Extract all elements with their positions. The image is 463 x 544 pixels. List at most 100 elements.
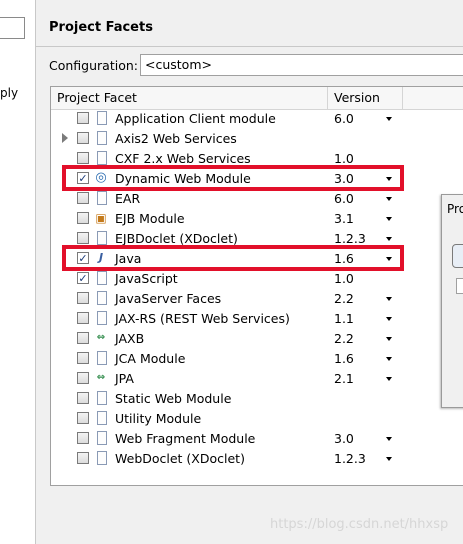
facet-checkbox[interactable] <box>77 112 89 124</box>
table-row[interactable]: JavaServer Faces 2.2 <box>51 289 463 309</box>
facet-version[interactable]: 3.1 <box>334 211 354 226</box>
jaxb-icon: ⇔ <box>96 372 106 383</box>
table-row[interactable]: ⇔ JAXB 2.2 <box>51 329 463 349</box>
doc-icon <box>97 411 107 425</box>
facet-version[interactable]: 2.2 <box>334 331 354 346</box>
column-separator[interactable] <box>327 87 328 109</box>
left-panel: ply <box>0 0 35 544</box>
facet-version: 1.0 <box>334 151 354 166</box>
configuration-select[interactable]: <custom> <box>140 54 463 76</box>
facet-checkbox[interactable]: ✓ <box>77 272 89 284</box>
facet-checkbox[interactable] <box>77 192 89 204</box>
table-row[interactable]: Application Client module 6.0 <box>51 109 463 129</box>
facet-label: EJB Module <box>115 211 185 226</box>
facet-version[interactable]: 2.2 <box>334 291 354 306</box>
facet-checkbox[interactable] <box>77 412 89 424</box>
facet-version[interactable]: 6.0 <box>334 191 354 206</box>
doc-icon <box>97 191 107 205</box>
facet-checkbox[interactable] <box>77 392 89 404</box>
facet-label: JAXB <box>115 331 145 346</box>
facet-label: JavaServer Faces <box>115 291 222 306</box>
watermark: https://blog.csdn.net/hhxsp <box>270 517 449 532</box>
facet-label: Static Web Module <box>115 391 232 406</box>
dropdown-arrow-icon[interactable] <box>386 337 392 341</box>
table-row[interactable]: JCA Module 1.6 <box>51 349 463 369</box>
left-input-field[interactable] <box>0 17 25 39</box>
facet-label: JavaScript <box>115 271 178 286</box>
facet-version: 1.0 <box>334 271 354 286</box>
ejb-icon: ▣ <box>95 211 107 225</box>
facet-checkbox[interactable] <box>77 452 89 464</box>
facet-version[interactable]: 1.1 <box>334 311 354 326</box>
facet-version[interactable]: 1.2.3 <box>334 231 366 246</box>
facet-checkbox[interactable] <box>77 332 89 344</box>
facet-version[interactable]: 1.2.3 <box>334 451 366 466</box>
facet-label: WebDoclet (XDoclet) <box>115 451 245 466</box>
facets-page: Project Facets Configuration: <custom> P… <box>36 0 463 544</box>
facet-checkbox[interactable] <box>77 432 89 444</box>
doc-icon <box>97 431 107 445</box>
background-dialog-title: Pro <box>447 202 463 216</box>
title-separator <box>36 46 463 47</box>
dropdown-arrow-icon[interactable] <box>386 217 392 221</box>
table-row[interactable]: Web Fragment Module 3.0 <box>51 429 463 449</box>
facet-checkbox[interactable] <box>77 312 89 324</box>
facet-version[interactable]: 3.0 <box>334 431 354 446</box>
table-row[interactable]: Static Web Module <box>51 389 463 409</box>
column-header-version[interactable]: Version <box>334 90 380 105</box>
facet-checkbox[interactable] <box>77 132 89 144</box>
dropdown-arrow-icon[interactable] <box>386 237 392 241</box>
expand-arrow-icon[interactable] <box>62 133 68 143</box>
facet-label: JPA <box>115 371 134 386</box>
dropdown-arrow-icon[interactable] <box>386 317 392 321</box>
facet-version[interactable]: 6.0 <box>334 111 354 126</box>
table-row[interactable]: Axis2 Web Services <box>51 129 463 149</box>
dropdown-arrow-icon[interactable] <box>386 457 392 461</box>
facet-checkbox[interactable] <box>77 212 89 224</box>
background-dialog <box>441 194 463 408</box>
background-dialog-button[interactable] <box>452 244 463 268</box>
doc-icon <box>97 451 107 465</box>
facet-checkbox[interactable] <box>77 372 89 384</box>
facet-checkbox[interactable] <box>77 292 89 304</box>
background-dialog-field[interactable] <box>456 278 463 294</box>
red-highlight-box <box>62 245 404 271</box>
left-partial-text: ply <box>0 86 19 100</box>
doc-icon <box>97 151 107 165</box>
doc-icon <box>97 231 107 245</box>
doc-icon <box>97 111 107 125</box>
dropdown-arrow-icon[interactable] <box>386 117 392 121</box>
dropdown-arrow-icon[interactable] <box>386 297 392 301</box>
column-header-facet[interactable]: Project Facet <box>57 90 137 105</box>
doc-icon <box>97 131 107 145</box>
page-title: Project Facets <box>49 20 153 35</box>
table-row[interactable]: WebDoclet (XDoclet) 1.2.3 <box>51 449 463 469</box>
table-row[interactable]: ▣ EJB Module 3.1 <box>51 209 463 229</box>
column-separator[interactable] <box>402 87 403 109</box>
facet-label: JAX-RS (REST Web Services) <box>115 311 290 326</box>
facet-label: Utility Module <box>115 411 202 426</box>
facet-label: EJBDoclet (XDoclet) <box>115 231 238 246</box>
table-row[interactable]: ⇔ JPA 2.1 <box>51 369 463 389</box>
table-row[interactable]: EAR 6.0 <box>51 189 463 209</box>
facets-table: Project Facet Version Application Client… <box>50 86 463 486</box>
doc-icon <box>97 271 107 285</box>
configuration-label: Configuration: <box>49 58 138 73</box>
dropdown-arrow-icon[interactable] <box>386 377 392 381</box>
table-row[interactable]: ✓ JavaScript 1.0 <box>51 269 463 289</box>
dropdown-arrow-icon[interactable] <box>386 437 392 441</box>
facet-checkbox[interactable] <box>77 152 89 164</box>
facet-label: EAR <box>115 191 141 206</box>
facet-checkbox[interactable] <box>77 352 89 364</box>
facet-checkbox[interactable] <box>77 232 89 244</box>
facet-label: JCA Module <box>115 351 186 366</box>
dropdown-arrow-icon[interactable] <box>386 197 392 201</box>
facet-version[interactable]: 1.6 <box>334 351 354 366</box>
dropdown-arrow-icon[interactable] <box>386 357 392 361</box>
doc-icon <box>97 351 107 365</box>
facet-version[interactable]: 2.1 <box>334 371 354 386</box>
jaxb-icon: ⇔ <box>96 332 106 343</box>
table-row[interactable]: Utility Module <box>51 409 463 429</box>
table-row[interactable]: JAX-RS (REST Web Services) 1.1 <box>51 309 463 329</box>
doc-icon <box>97 391 107 405</box>
